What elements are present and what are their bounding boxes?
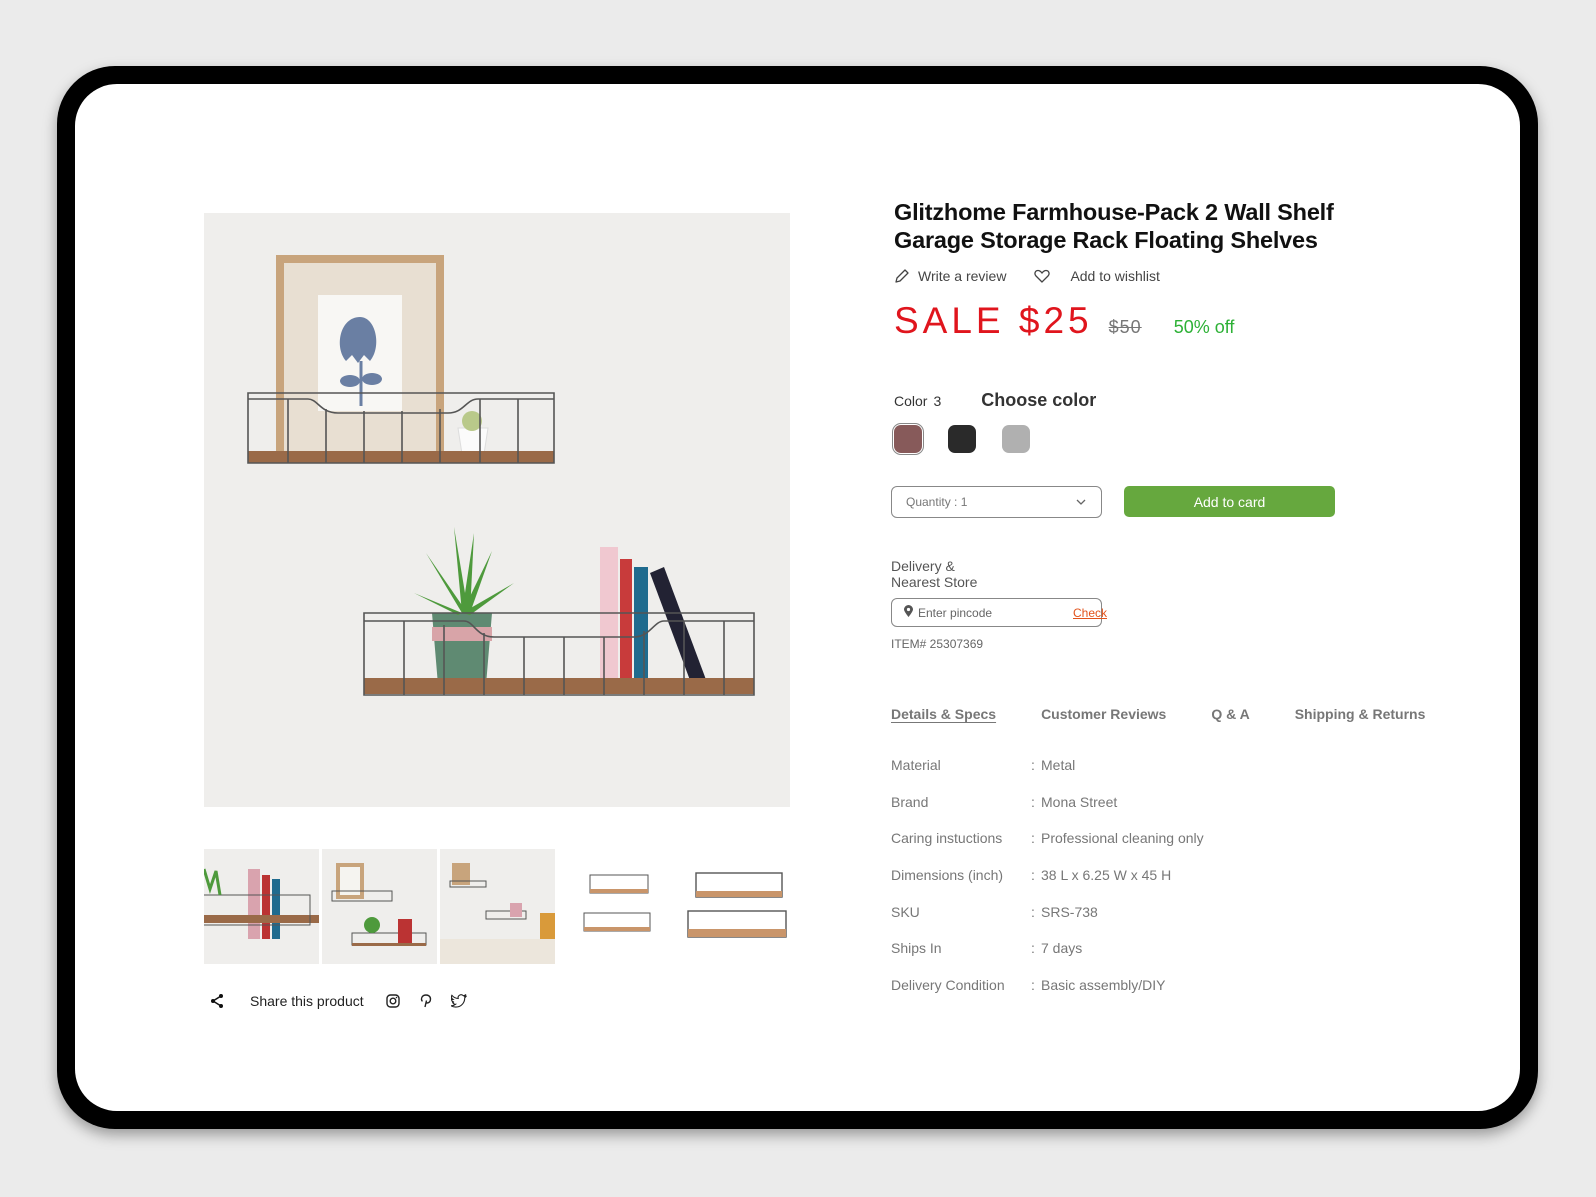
original-price: $50 [1108,317,1142,337]
color-swatches [892,423,1454,455]
add-to-cart-button[interactable]: Add to card [1124,486,1335,517]
spec-row: Caring instuctions: Professional cleaning… [891,830,1204,867]
thumbnail-2[interactable] [322,849,437,964]
spec-key: Caring instuctions [891,830,1003,847]
specs-table: Material: Metal Brand: Mona Street Caring … [891,757,1204,1014]
choose-color-heading: Choose color [981,390,1097,410]
check-pincode-link[interactable]: Check [1073,606,1107,620]
spec-row: SKU: SRS-738 [891,904,1204,941]
product-tabs: Details & Specs Customer Reviews Q & A S… [891,706,1470,722]
write-review-label: Write a review [918,268,1007,284]
main-product-image[interactable] [204,213,790,807]
spec-key: Ships In [891,940,942,957]
spec-value: 38 L x 6.25 W x 45 H [1041,867,1172,884]
add-to-wishlist-link[interactable]: Add to wishlist [1070,268,1159,284]
item-number: ITEM# 25307369 [891,637,984,651]
spec-key: Delivery Condition [891,977,1005,994]
heart-icon[interactable] [1034,269,1051,283]
product-actions: Write a review Add to wishlist [894,268,1454,284]
delivery-label-line2: Nearest Store [891,574,978,590]
product-title-line2: Garage Storage Rack Floating Shelves [894,227,1318,253]
product-info: Glitzhome Farmhouse-Pack 2 Wall Shelf Ga… [892,198,1454,455]
tab-q-and-a[interactable]: Q & A [1211,706,1249,722]
spec-colon: : [1031,940,1035,957]
color-header: Color 3 Choose color [894,390,1454,411]
twitter-icon[interactable] [450,992,468,1010]
delivery-label: Delivery & Nearest Store [891,558,1102,590]
spec-colon: : [1031,867,1035,884]
spec-value: Mona Street [1041,793,1118,810]
write-review-link[interactable]: Write a review [894,268,1006,284]
chevron-down-icon [1075,495,1087,509]
color-swatch-mauve[interactable] [892,423,924,455]
tab-shipping-returns[interactable]: Shipping & Returns [1295,706,1426,722]
spec-key: Dimensions (inch) [891,867,1004,884]
tab-customer-reviews[interactable]: Customer Reviews [1041,706,1166,722]
pincode-input[interactable] [918,605,1073,620]
spec-value: 7 days [1041,940,1083,957]
share-row: Share this product [208,992,483,1010]
color-swatch-gray[interactable] [1002,425,1030,453]
instagram-icon[interactable] [384,992,402,1010]
spec-colon: : [1031,757,1035,773]
delivery-section: Delivery & Nearest Store Check ITEM# 253… [891,558,1107,651]
quantity-value: Quantity : 1 [906,495,968,509]
product-title: Glitzhome Farmhouse-Pack 2 Wall Shelf Ga… [894,198,1454,254]
quantity-select[interactable]: Quantity : 1 [891,486,1102,518]
spec-key: SKU [891,903,920,920]
pencil-icon [894,268,910,284]
tab-details-specs[interactable]: Details & Specs [891,706,996,722]
thumbnail-strip [204,849,791,964]
location-pin-icon [904,605,913,620]
spec-value: SRS-738 [1041,903,1098,920]
spec-colon: : [1031,977,1035,994]
price-row: SALE $25 $50 50% off [894,300,1454,342]
pinterest-icon[interactable] [417,992,435,1010]
share-icon[interactable] [208,992,226,1010]
spec-row: Material: Metal [891,757,1204,794]
spec-colon: : [1031,903,1035,920]
spec-key: Brand [891,793,929,810]
spec-row: Brand: Mona Street [891,794,1204,831]
spec-value: Basic assembly/DIY [1041,977,1166,994]
thumbnail-5[interactable] [676,849,791,964]
product-page: Share this product Glitzhome Farmhouse-P… [75,84,1520,1111]
pincode-field: Check [891,598,1107,627]
spec-colon: : [1031,830,1035,847]
share-label: Share this product [250,993,364,1009]
tablet-frame: Share this product Glitzhome Farmhouse-P… [57,66,1538,1129]
spec-colon: : [1031,793,1035,810]
thumbnail-3[interactable] [440,849,555,964]
sale-price: SALE $25 [894,300,1093,341]
spec-row: Dimensions (inch):38 L x 6.25 W x 45 H [891,867,1204,904]
spec-key: Material [891,757,941,773]
spec-value: Professional cleaning only [1041,830,1204,847]
thumbnail-4[interactable] [558,849,673,964]
color-label: Color [894,393,928,409]
delivery-label-line1: Delivery & [891,558,955,574]
thumbnail-1[interactable] [204,849,319,964]
purchase-row: Quantity : 1 Add to card [891,486,1335,518]
color-count: 3 [933,393,942,409]
product-title-line1: Glitzhome Farmhouse-Pack 2 Wall Shelf [894,199,1334,225]
spec-row: Delivery Condition: Basic assembly/DIY [891,977,1204,1014]
discount-badge: 50% off [1173,317,1235,337]
spec-value: Metal [1041,757,1076,773]
spec-row: Ships In:7 days [891,940,1204,977]
color-swatch-black[interactable] [948,425,976,453]
